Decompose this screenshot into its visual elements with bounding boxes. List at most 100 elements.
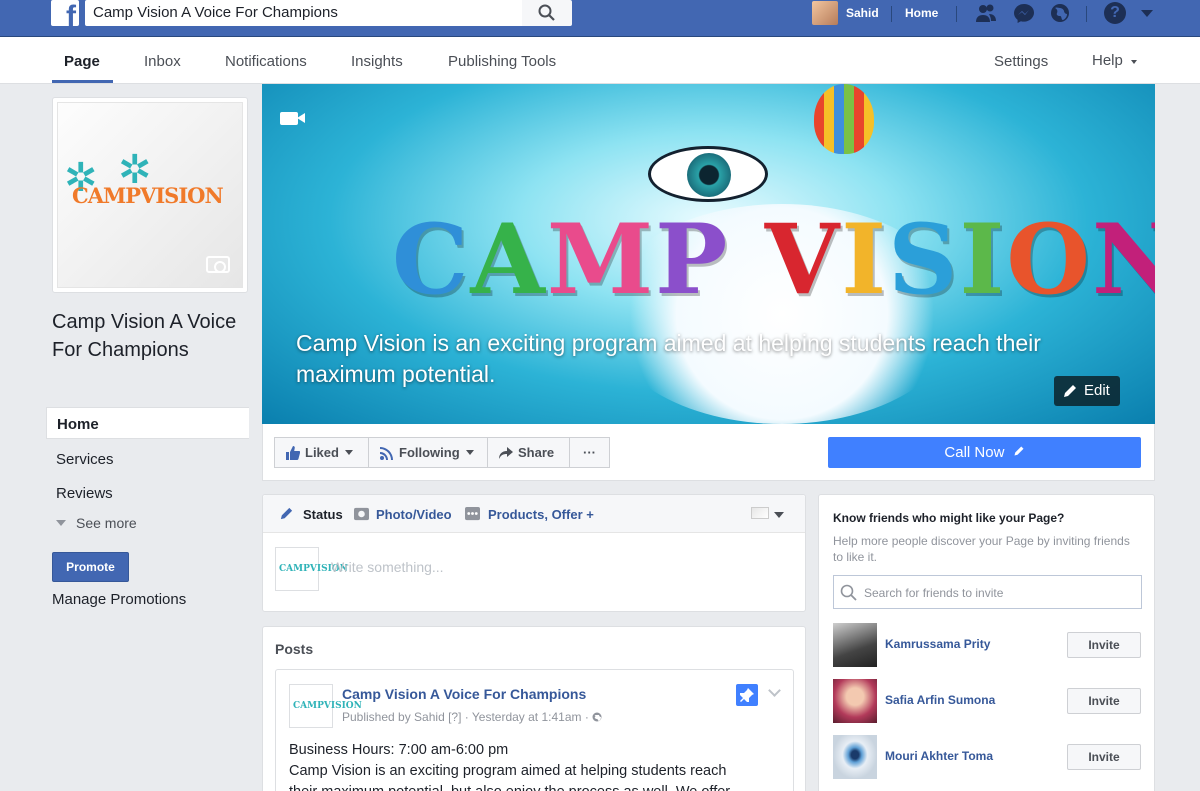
post-options-chevron-icon[interactable]	[768, 684, 781, 697]
friend-name-link[interactable]: Kamrussama Prity	[885, 637, 990, 651]
following-label: Following	[399, 445, 460, 460]
thumbs-up-icon	[286, 446, 300, 460]
following-button[interactable]: Following	[368, 437, 488, 468]
home-link[interactable]: Home	[905, 6, 938, 20]
composer-tab-photo-video[interactable]: Photo/Video	[376, 507, 452, 522]
help-caret-icon[interactable]	[1131, 60, 1137, 64]
edit-cover-button[interactable]: Edit	[1054, 376, 1120, 406]
divider	[891, 6, 892, 22]
invite-button[interactable]: Invite	[1067, 632, 1141, 658]
composer-tabs: Status Photo/Video Products, Offer +	[263, 495, 805, 533]
profile-picture: ✲ ✲ CAMPVISION	[57, 102, 243, 288]
page-avatar[interactable]: CAMPVISION	[289, 684, 362, 728]
friend-avatar[interactable]	[833, 623, 877, 667]
invite-title: Know friends who might like your Page?	[833, 511, 1065, 525]
more-options-button[interactable]: ···	[569, 437, 610, 468]
invite-subtitle: Help more people discover your Page by i…	[833, 534, 1130, 564]
tab-notifications[interactable]: Notifications	[225, 53, 307, 70]
post-composer: Status Photo/Video Products, Offer + CAM…	[262, 494, 806, 612]
cover-logo-letter: V	[764, 203, 842, 316]
invite-search-input[interactable]: Search for friends to invite	[833, 575, 1142, 609]
liked-button[interactable]: Liked	[274, 437, 369, 468]
tab-help[interactable]: Help	[1092, 52, 1123, 69]
tab-insights[interactable]: Insights	[351, 53, 403, 70]
caret-down-icon	[56, 520, 66, 526]
call-now-label: Call Now	[944, 444, 1005, 461]
manage-promotions-link[interactable]: Manage Promotions	[52, 591, 186, 608]
search-input[interactable]: Camp Vision A Voice For Champions	[85, 0, 522, 26]
active-tab-indicator	[52, 80, 113, 83]
page-title[interactable]: Camp Vision A Voice For Champions	[52, 308, 252, 364]
invite-button[interactable]: Invite	[1067, 744, 1141, 770]
posts-heading: Posts	[275, 641, 314, 657]
friend-avatar[interactable]	[833, 679, 877, 723]
divider	[956, 6, 957, 22]
invite-friends-card: Know friends who might like your Page? H…	[818, 494, 1155, 791]
pin-icon[interactable]	[736, 684, 758, 706]
pencil-icon	[280, 507, 293, 520]
sidebar-item-reviews[interactable]: Reviews	[46, 477, 249, 509]
cover-description: Camp Vision is an exciting program aimed…	[296, 330, 1041, 387]
post-line: Business Hours: 7:00 am-6:00 pm	[289, 742, 509, 758]
cover-logo-letter	[729, 203, 764, 316]
tab-settings[interactable]: Settings	[994, 53, 1048, 70]
share-arrow-icon	[499, 447, 513, 459]
tab-inbox[interactable]: Inbox	[144, 53, 181, 70]
list-item: Kamrussama Prity Invite	[833, 623, 1142, 667]
promote-button[interactable]: Promote	[52, 552, 129, 582]
rss-icon	[380, 447, 393, 460]
user-name-link[interactable]: Sahid	[846, 6, 879, 20]
tab-publishing-tools[interactable]: Publishing Tools	[448, 53, 556, 70]
friend-avatar[interactable]	[833, 735, 877, 779]
write-something-input[interactable]: Write something...	[331, 559, 444, 575]
cover-logo-letter: I	[841, 203, 889, 316]
pencil-icon	[1064, 385, 1076, 397]
user-avatar[interactable]	[812, 1, 838, 25]
search-icon	[840, 584, 857, 601]
page-nav: Page Inbox Notifications Insights Publis…	[0, 37, 1200, 84]
profile-picture-card[interactable]: ✲ ✲ CAMPVISION	[52, 97, 248, 293]
friend-name-link[interactable]: Safia Arfin Sumona	[885, 693, 995, 707]
search-icon	[538, 4, 555, 21]
cover-logo-letter: A	[470, 203, 547, 316]
sidebar-item-services[interactable]: Services	[46, 443, 249, 475]
search-button[interactable]	[522, 0, 572, 26]
invite-button[interactable]: Invite	[1067, 688, 1141, 714]
caret-down-icon	[465, 450, 474, 455]
camera-icon[interactable]	[206, 256, 230, 273]
globe-icon	[592, 712, 602, 722]
composer-tab-products[interactable]: Products, Offer +	[488, 507, 594, 522]
post-body: Business Hours: 7:00 am-6:00 pm Camp Vis…	[289, 740, 769, 791]
cover-logo-text: CAMP VISION	[392, 212, 1155, 308]
post-meta-text: Published by Sahid [?] · Yesterday at 1:…	[342, 710, 593, 724]
caret-down-icon	[344, 450, 353, 455]
divider	[1086, 6, 1087, 22]
pinned-post: CAMPVISION Camp Vision A Voice For Champ…	[275, 669, 794, 791]
cover-photo[interactable]: CAMP VISION Camp Vision is an exciting p…	[262, 84, 1155, 424]
facebook-logo-icon[interactable]: f	[51, 0, 79, 26]
see-more-link[interactable]: See more	[56, 515, 137, 531]
caret-down-icon[interactable]	[774, 512, 784, 518]
messenger-icon[interactable]	[1013, 3, 1035, 23]
call-now-button[interactable]: Call Now	[828, 437, 1141, 468]
post-author-link[interactable]: Camp Vision A Voice For Champions	[342, 686, 586, 702]
cover-logo-letter: N	[1092, 203, 1155, 316]
sidebar-item-home[interactable]: Home	[46, 407, 249, 439]
friend-name-link[interactable]: Mouri Akhter Toma	[885, 749, 993, 763]
list-item: Mouri Akhter Toma Invite	[833, 735, 1142, 779]
notifications-globe-icon[interactable]	[1049, 3, 1071, 23]
cover-logo-letter: P	[655, 203, 730, 316]
page-avatar: CAMPVISION	[275, 547, 348, 591]
post-line: their maximum potential, but also enjoy …	[289, 782, 769, 791]
cover-logo-letter: M	[546, 203, 656, 316]
post-as-avatar[interactable]	[751, 507, 769, 519]
account-menu-caret-icon[interactable]	[1141, 10, 1153, 17]
video-icon[interactable]	[280, 112, 305, 125]
friend-requests-icon[interactable]	[975, 3, 997, 23]
post-meta: Published by Sahid [?] · Yesterday at 1:…	[342, 710, 602, 724]
help-icon[interactable]: ?	[1104, 2, 1126, 24]
see-more-label: See more	[76, 515, 137, 531]
composer-tab-status[interactable]: Status	[303, 507, 343, 522]
tab-page[interactable]: Page	[64, 53, 100, 70]
share-button[interactable]: Share	[487, 437, 570, 468]
